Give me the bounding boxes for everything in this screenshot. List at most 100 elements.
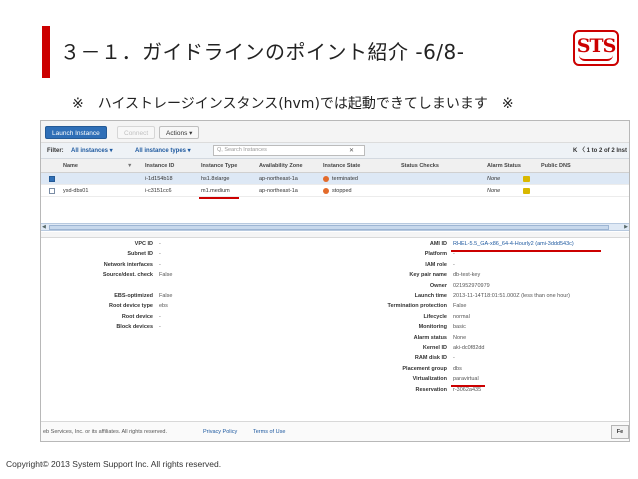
detail-value: - — [159, 241, 161, 247]
row-checkbox[interactable] — [49, 188, 55, 194]
highlight-underline-instance-type — [199, 197, 239, 199]
detail-label: Root device type — [108, 303, 153, 310]
detail-label: Platform — [424, 251, 447, 258]
detail-value: - — [159, 324, 161, 331]
filter-label: Filter: — [47, 148, 64, 154]
highlight-underline-virtualization — [451, 385, 485, 387]
detail-value: - — [453, 261, 455, 268]
detail-label: Lifecycle — [423, 313, 447, 320]
ami-id-link[interactable]: RHEL-5.5_GA-x86_64-4-Hourly2 (ami-3ddd54… — [453, 241, 574, 247]
detail-value: - — [453, 251, 455, 258]
detail-value: False — [159, 293, 173, 299]
detail-value: dbs — [453, 365, 462, 372]
feedback-button[interactable]: Fe — [611, 425, 629, 439]
table-row[interactable]: i-1d154b18 hs1.8xlarge ap-northeast-1a t… — [41, 173, 629, 185]
cell-instance-state: stopped — [332, 188, 352, 194]
detail-value: - — [159, 261, 161, 268]
detail-value: - — [159, 313, 161, 320]
cell-instance-type: m1.medium — [201, 188, 230, 194]
detail-label: IAM role — [425, 261, 447, 268]
detail-label: Reservation — [415, 386, 448, 393]
detail-value: False — [159, 272, 173, 279]
detail-value: ebs — [159, 303, 168, 310]
filter-icon[interactable]: ▼ — [127, 159, 132, 173]
detail-value: normal — [453, 313, 470, 320]
highlight-underline-ami — [451, 250, 601, 252]
detail-value: paravirtual — [453, 376, 479, 383]
instance-detail-pane: VPC ID - Subnet ID - Network interfaces - Sour… — [41, 239, 629, 419]
col-name[interactable]: Name — [63, 159, 78, 173]
cell-alarm-status: None — [487, 188, 501, 194]
cell-availability-zone: ap-northeast-1a — [259, 176, 298, 182]
scrollbar-thumb[interactable] — [49, 225, 609, 230]
clear-search-icon[interactable]: ✕ — [349, 143, 354, 159]
detail-value: db-test-key — [453, 272, 481, 279]
pane-splitter[interactable] — [41, 232, 629, 238]
terms-of-use-link[interactable]: Terms of Use — [253, 422, 285, 441]
slide-subtitle: ※ ハイストレージインスタンス(hvm)では起動できてしまいます ※ — [72, 96, 514, 112]
connect-button[interactable]: Connect — [117, 126, 156, 139]
footer-legal: eb Services, Inc. or its affiliates. All… — [43, 429, 168, 435]
copyright-notice: Copyright© 2013 System Support Inc. All … — [6, 459, 222, 469]
console-toolbar: Launch Instance Connect Actions ▾ — [41, 121, 629, 143]
detail-label: Key pair name — [409, 272, 447, 279]
detail-label: Source/dest. check — [102, 272, 153, 279]
detail-value: 021952970979 — [453, 282, 490, 289]
detail-label: Kernel ID — [422, 345, 447, 351]
scroll-left-icon[interactable]: ◀ — [42, 224, 46, 231]
detail-value: - — [453, 355, 455, 362]
detail-value: False — [453, 303, 467, 310]
col-availability-zone[interactable]: Availability Zone — [259, 159, 303, 173]
col-public-dns[interactable]: Public DNS — [541, 159, 571, 173]
slide-title: ３－１．ガイドラインのポイント紹介 -6/8- — [60, 40, 465, 64]
detail-value: - — [159, 251, 161, 258]
detail-value: None — [453, 334, 467, 341]
detail-label: Block devices — [116, 324, 153, 331]
detail-label: Virtualization — [412, 376, 447, 383]
detail-label: Network interfaces — [103, 261, 153, 268]
table-row[interactable]: ysd-dbs01 i-c3151cc6 m1.medium ap-northe… — [41, 185, 629, 197]
logo-text: STS — [576, 35, 617, 57]
cell-instance-type: hs1.8xlarge — [201, 176, 230, 182]
scroll-right-icon[interactable]: ▶ — [624, 224, 628, 231]
title-accent-bar — [42, 26, 50, 78]
horizontal-scrollbar[interactable]: ◀ ▶ — [41, 223, 629, 231]
privacy-policy-link[interactable]: Privacy Policy — [203, 422, 237, 441]
detail-label: EBS-optimized — [114, 293, 153, 299]
detail-label: Root device — [121, 313, 153, 320]
detail-label: Alarm status — [413, 334, 447, 341]
col-instance-state[interactable]: Instance State — [323, 159, 360, 173]
detail-value: basic — [453, 324, 466, 331]
terminated-state-icon — [323, 176, 329, 182]
detail-label: Placement group — [402, 365, 447, 372]
col-instance-type[interactable]: Instance Type — [201, 159, 237, 173]
cell-instance-id: i-c3151cc6 — [145, 188, 172, 194]
cell-availability-zone: ap-northeast-1a — [259, 188, 298, 194]
instance-types-dropdown[interactable]: All instance types ▾ — [135, 143, 191, 159]
alarm-bell-icon[interactable] — [523, 176, 530, 182]
col-status-checks[interactable]: Status Checks — [401, 159, 439, 173]
detail-label: Termination protection — [387, 303, 447, 310]
detail-value: aki-dc0f82dd — [453, 345, 485, 351]
detail-label: Monitoring — [418, 324, 447, 331]
pagination[interactable]: K 〈 1 to 2 of 2 Inst — [573, 143, 627, 159]
col-instance-id[interactable]: Instance ID — [145, 159, 174, 173]
launch-instance-button[interactable]: Launch Instance — [45, 126, 107, 139]
alarm-bell-icon[interactable] — [523, 188, 530, 194]
detail-value: 2013-11-14T18:01:51.000Z (less than one … — [453, 293, 571, 299]
instances-filter-dropdown[interactable]: All instances ▾ — [71, 143, 113, 159]
stopped-state-icon — [323, 188, 329, 194]
row-checkbox[interactable] — [49, 176, 55, 182]
logo-swoosh-icon — [579, 55, 613, 61]
filter-bar: Filter: All instances ▾ All instance typ… — [41, 143, 629, 159]
detail-label: Subnet ID — [127, 251, 153, 258]
instances-table-header: Name ▼ Instance ID Instance Type Availab… — [41, 159, 629, 173]
detail-label: Owner — [429, 282, 447, 289]
actions-dropdown[interactable]: Actions ▾ — [159, 126, 200, 139]
detail-label: RAM disk ID — [414, 355, 447, 362]
col-alarm-status[interactable]: Alarm Status — [487, 159, 521, 173]
detail-label: VPC ID — [134, 241, 153, 247]
cell-name: ysd-dbs01 — [63, 188, 89, 194]
console-footer: eb Services, Inc. or its affiliates. All… — [41, 421, 629, 441]
search-instances-input[interactable]: Q, Search Instances — [213, 145, 365, 156]
